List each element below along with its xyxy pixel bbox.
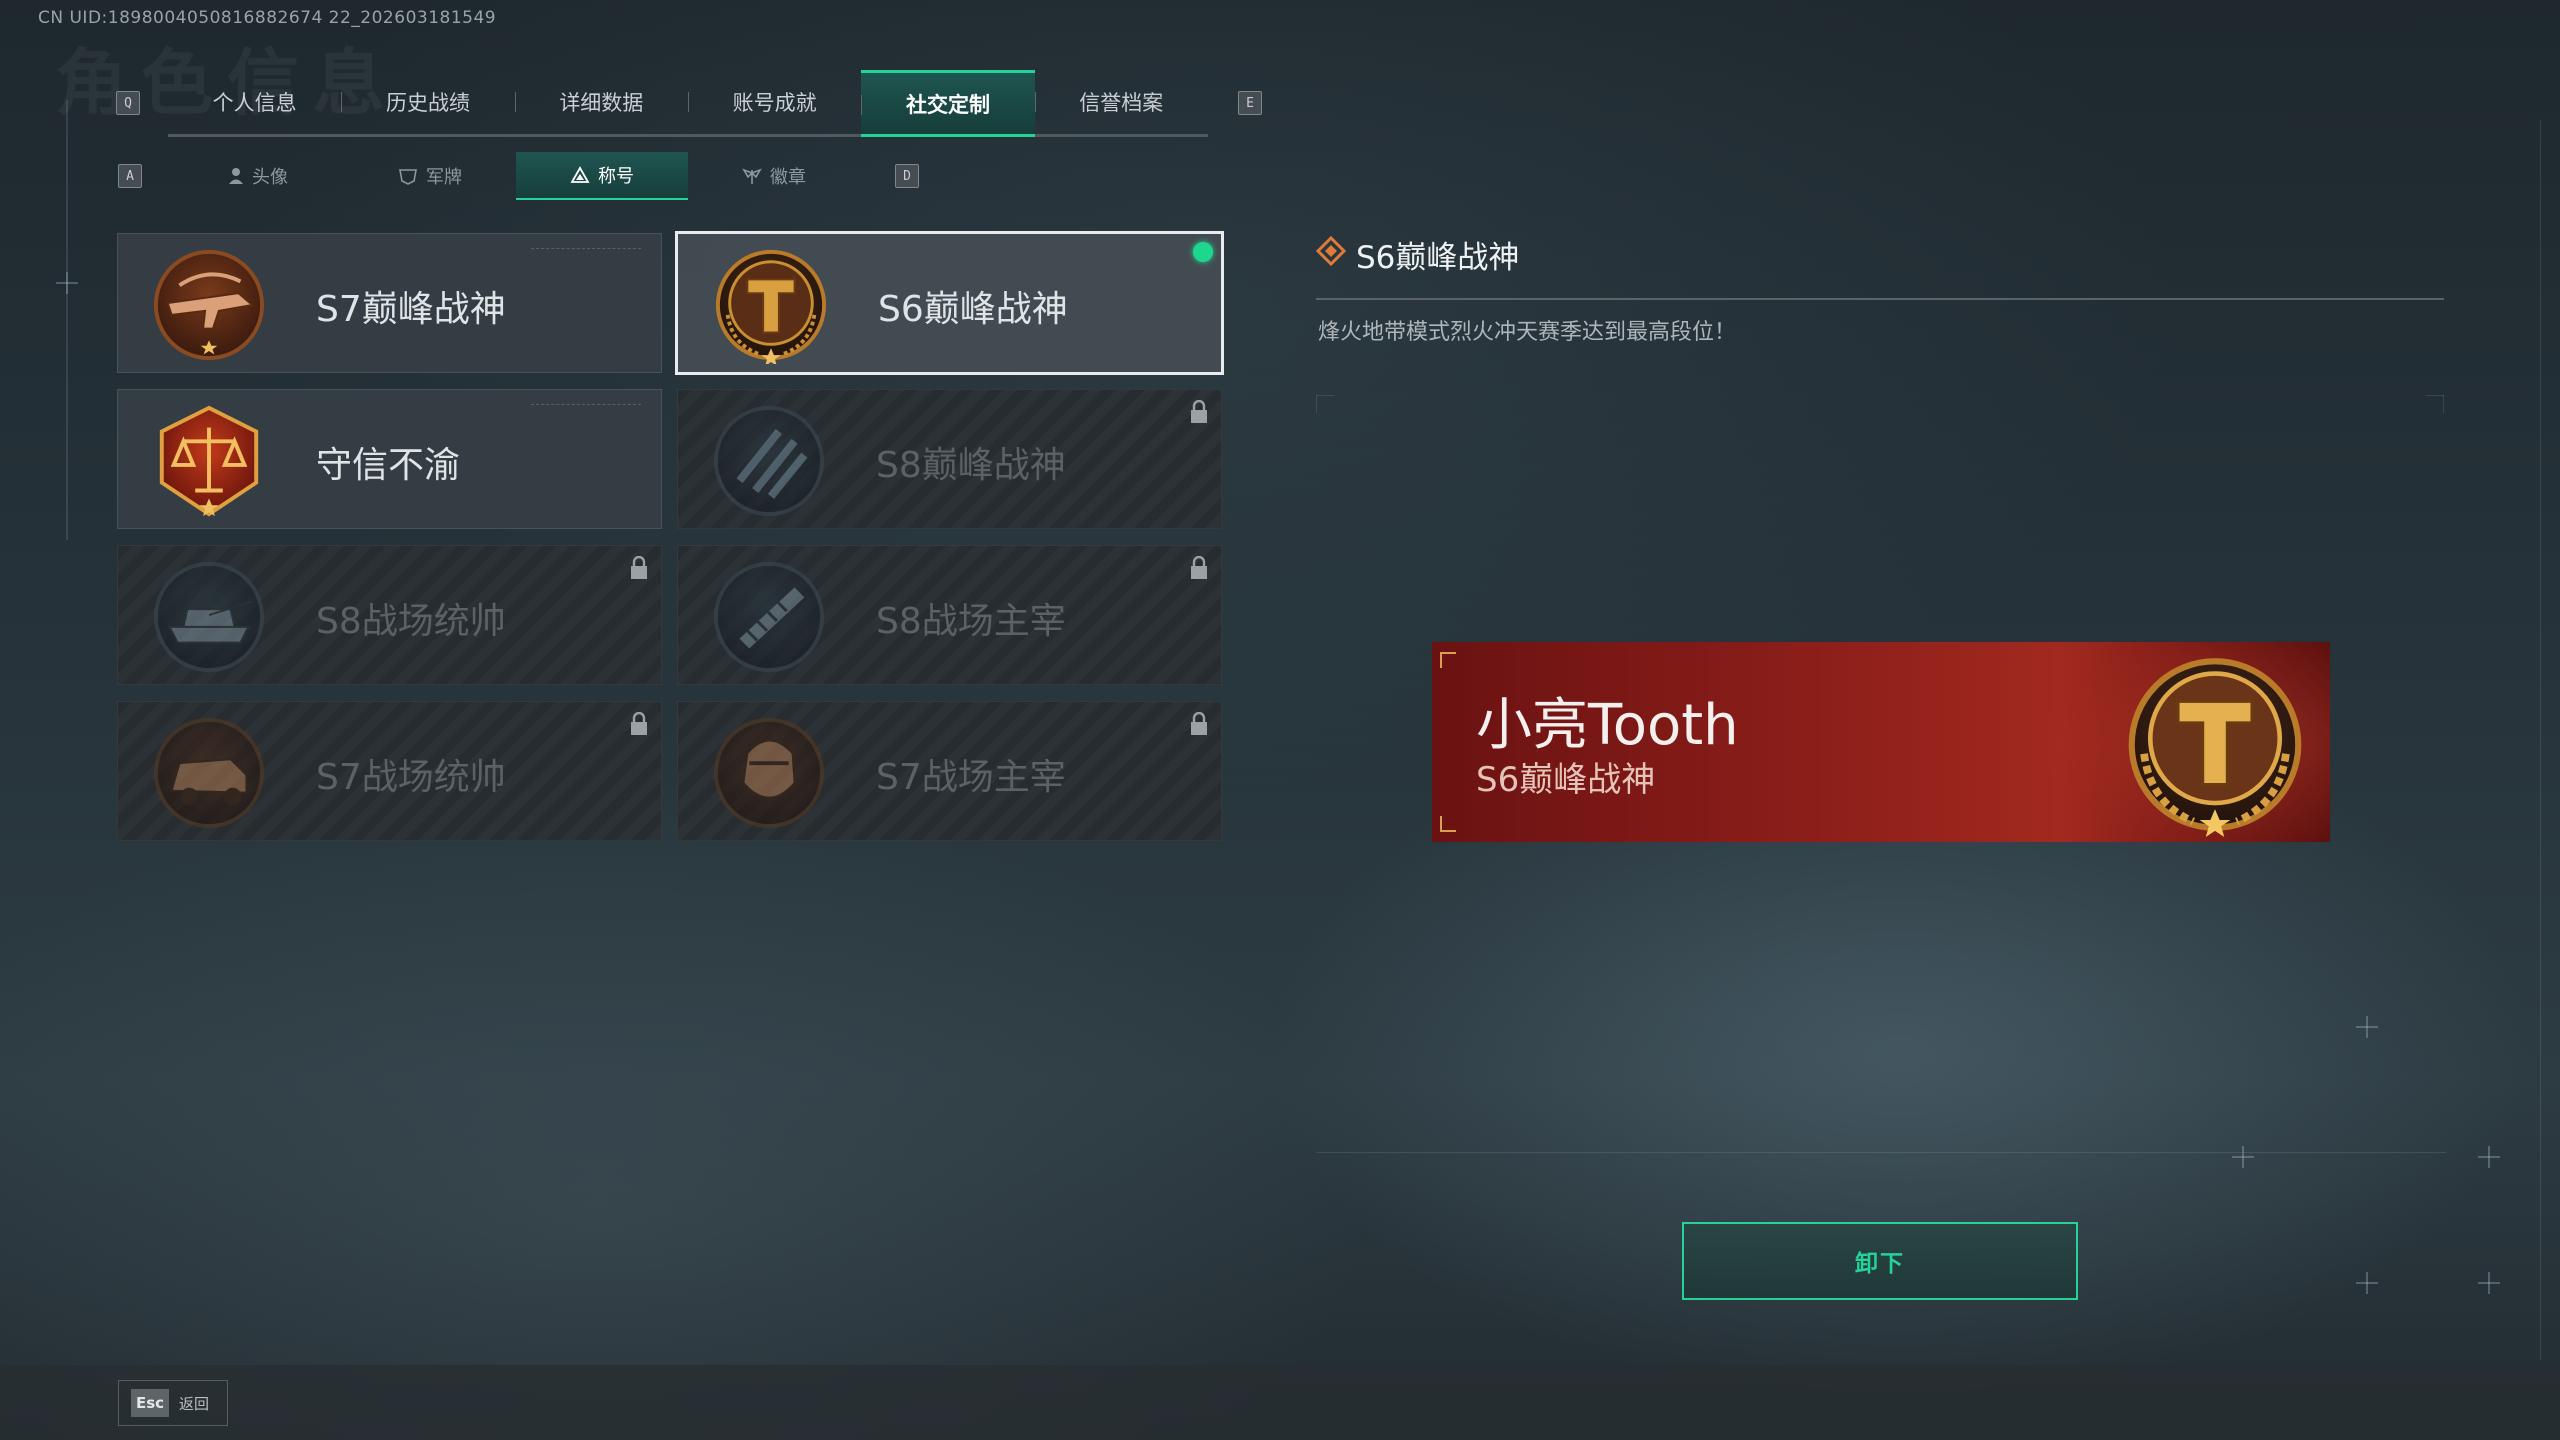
title-card[interactable]: S7巅峰战神: [117, 233, 662, 373]
banner-corner-decoration: [1440, 816, 1456, 832]
title-card-label: S6巅峰战神: [878, 289, 1068, 330]
title-card-locked[interactable]: S8战场统帅: [117, 545, 662, 685]
crosshair-decoration: [2356, 1016, 2378, 1038]
main-tab-bar: 个人信息 历史战绩 详细数据 账号成就 社交定制 信誉档案: [168, 70, 1208, 137]
slash-emblem-icon: [713, 405, 825, 517]
divider: [2540, 120, 2541, 1360]
prev-tab-key-hint[interactable]: Q: [116, 91, 140, 115]
tab-reputation[interactable]: 信誉档案: [1034, 70, 1208, 134]
subtab-title[interactable]: 称号: [516, 152, 688, 200]
banner-title: S6巅峰战神: [1476, 760, 1656, 800]
tab-detailed-stats[interactable]: 详细数据: [514, 70, 688, 134]
divider: [1316, 395, 1317, 413]
back-label: 返回: [179, 1394, 210, 1413]
next-subtab-key-hint[interactable]: D: [895, 164, 919, 188]
subtab-label: 称号: [598, 166, 634, 187]
title-card-locked[interactable]: S7战场统帅: [117, 701, 662, 841]
title-card[interactable]: 守信不渝: [117, 389, 662, 529]
divider: [1316, 395, 1334, 396]
sub-tab-bar: 头像 军牌 称号 徽章: [172, 152, 862, 200]
tab-achievements[interactable]: 账号成就: [687, 70, 861, 134]
crosshair-decoration: [2478, 1146, 2500, 1168]
lock-icon: [1191, 556, 1207, 579]
esc-key-hint: Esc: [131, 1389, 169, 1417]
subtab-badge[interactable]: 徽章: [688, 152, 860, 200]
footer-bar: [0, 1365, 2560, 1440]
equipped-indicator: [1193, 242, 1213, 262]
dog-tag-icon: [399, 169, 417, 185]
subtab-avatar[interactable]: 头像: [172, 152, 344, 200]
rifle-emblem-icon: [153, 249, 265, 361]
missile-emblem-icon: [713, 561, 825, 673]
lock-icon: [631, 556, 647, 579]
title-preview-banner: 小亮Tooth S6巅峰战神: [1432, 642, 2330, 842]
crosshair-decoration: [2478, 1272, 2500, 1294]
wings-badge-icon: [742, 168, 762, 184]
divider: [1316, 298, 2444, 300]
lock-icon: [1191, 712, 1207, 735]
card-decoration: [531, 404, 641, 409]
title-card-locked[interactable]: S7战场主宰: [677, 701, 1222, 841]
title-card-locked[interactable]: S8巅峰战神: [677, 389, 1222, 529]
title-card-label: S7战场主宰: [876, 757, 1066, 798]
next-tab-key-hint[interactable]: E: [1238, 91, 1262, 115]
subtab-dog-tag[interactable]: 军牌: [344, 152, 516, 200]
vehicle-emblem-icon: [153, 717, 265, 829]
divider: [2443, 395, 2444, 413]
title-card-label: S8巅峰战神: [876, 445, 1066, 486]
t-shield-emblem-icon: [715, 249, 827, 364]
crosshair-decoration: [2232, 1146, 2254, 1168]
divider: [1316, 1152, 2446, 1153]
tank-emblem-icon: [153, 561, 265, 673]
title-card-selected[interactable]: S6巅峰战神: [675, 231, 1224, 375]
subtab-label: 头像: [252, 167, 288, 188]
soldier-emblem-icon: [713, 717, 825, 829]
subtab-label: 军牌: [426, 167, 462, 188]
lock-icon: [631, 712, 647, 735]
card-decoration: [531, 248, 641, 253]
title-card-locked[interactable]: S8战场主宰: [677, 545, 1222, 685]
title-card-label: 守信不渝: [316, 445, 461, 486]
banner-player-name: 小亮Tooth: [1476, 693, 1739, 758]
crosshair-decoration: [2356, 1272, 2378, 1294]
title-card-label: S7巅峰战神: [316, 289, 506, 330]
scales-emblem-icon: [159, 405, 259, 517]
tab-personal-info[interactable]: 个人信息: [168, 70, 341, 134]
prev-subtab-key-hint[interactable]: A: [118, 164, 142, 188]
title-card-label: S8战场主宰: [876, 601, 1066, 642]
divider: [66, 100, 68, 540]
t-shield-emblem-icon: [2128, 658, 2302, 837]
detail-description: 烽火地带模式烈火冲天赛季达到最高段位！: [1318, 320, 1737, 345]
diamond-marker-icon: [1316, 236, 1346, 266]
back-button[interactable]: Esc 返回: [118, 1380, 228, 1426]
triangle-title-icon: [570, 166, 590, 183]
title-card-label: S8战场统帅: [316, 601, 506, 642]
tab-social-customization[interactable]: 社交定制: [861, 70, 1035, 137]
detail-title: S6巅峰战神: [1356, 240, 1520, 276]
person-icon: [229, 168, 243, 184]
banner-corner-decoration: [1440, 652, 1456, 668]
divider: [2426, 395, 2444, 396]
unequip-button[interactable]: 卸下: [1682, 1222, 2078, 1300]
subtab-label: 徽章: [770, 167, 806, 188]
crosshair-decoration: [56, 272, 78, 294]
title-card-label: S7战场统帅: [316, 757, 506, 798]
lock-icon: [1191, 400, 1207, 423]
tab-match-history[interactable]: 历史战绩: [341, 70, 514, 134]
